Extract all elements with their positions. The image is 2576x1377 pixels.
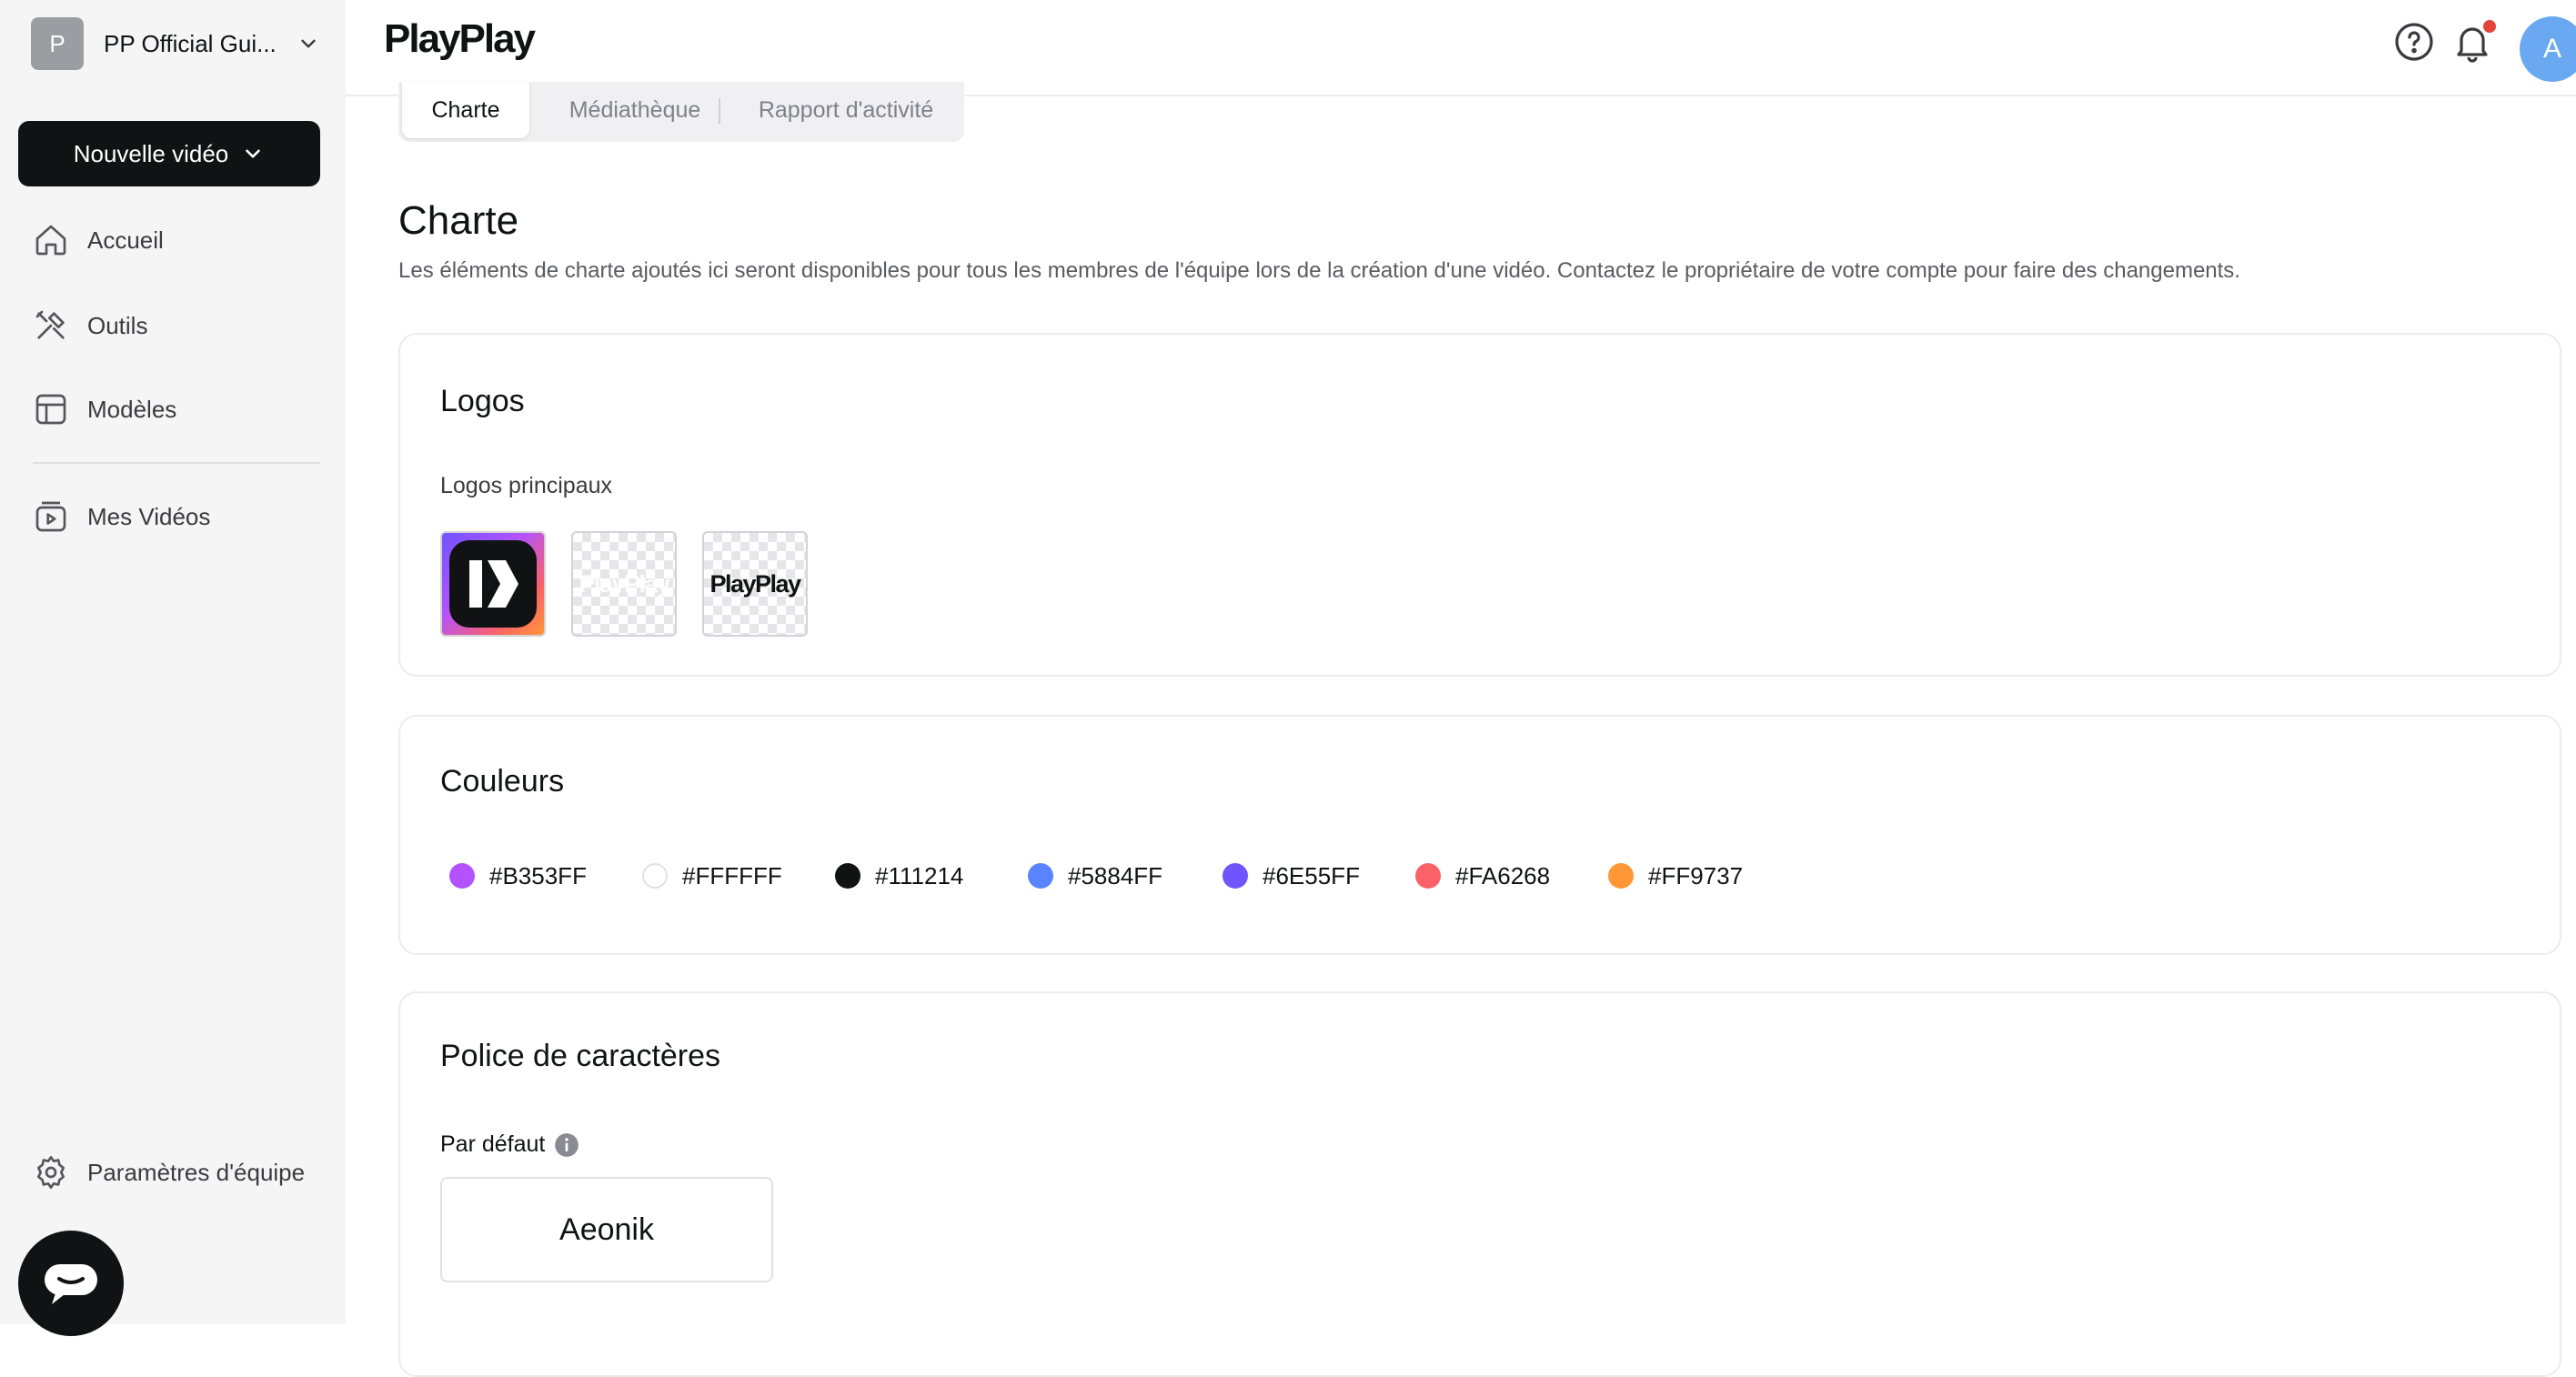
team-avatar: P	[31, 17, 84, 70]
sidebar-item-accueil[interactable]: Accueil	[33, 218, 164, 262]
logo-tile-icon[interactable]	[440, 531, 546, 637]
logos-card: Logos Logos principaux PlayPlay PlayPlay	[398, 333, 2561, 677]
sidebar-item-modeles[interactable]: Modèles	[33, 387, 176, 431]
color-swatch[interactable]: #B353FF	[449, 860, 587, 891]
colors-card: Couleurs #B353FF #FFFFFF #111214 #5884FF…	[398, 715, 2561, 955]
sidebar-item-outils[interactable]: Outils	[33, 304, 147, 347]
sidebar-item-label: Mes Vidéos	[87, 502, 211, 530]
new-video-button[interactable]: Nouvelle vidéo	[18, 121, 320, 186]
logos-subtitle: Logos principaux	[440, 473, 613, 498]
wordmark-black: PlayPlay	[709, 569, 801, 598]
color-hex: #111214	[875, 861, 964, 890]
color-dot	[1223, 863, 1248, 889]
sidebar: P PP Official Gui... Nouvelle vidéo Accu…	[0, 0, 346, 1336]
page-title: Charte	[398, 198, 519, 243]
chat-icon	[45, 1264, 97, 1304]
color-dot	[1028, 863, 1053, 889]
sidebar-item-label: Outils	[87, 311, 148, 339]
team-settings-link[interactable]: Paramètres d'équipe	[33, 1151, 305, 1194]
color-swatch[interactable]: #FA6268	[1415, 860, 1550, 891]
color-hex: #B353FF	[489, 861, 587, 890]
page-description: Les éléments de charte ajoutés ici seron…	[398, 258, 2240, 283]
color-hex: #5884FF	[1068, 861, 1163, 890]
logo-tile-black-wordmark[interactable]: PlayPlay	[702, 531, 808, 637]
tab-mediatheque[interactable]: Médiathèque	[535, 82, 735, 138]
chat-launcher-button[interactable]	[18, 1231, 124, 1336]
brand-tabs: Charte Médiathèque Rapport d'activité	[398, 82, 964, 142]
play-mark-icon	[469, 560, 518, 608]
chevron-down-icon	[246, 149, 261, 158]
user-avatar[interactable]: A	[2520, 16, 2576, 82]
color-swatch[interactable]: #111214	[835, 860, 963, 891]
team-name: PP Official Gui...	[104, 29, 277, 57]
sidebar-divider	[33, 462, 320, 464]
team-switcher[interactable]: P PP Official Gui...	[31, 17, 320, 70]
color-dot	[835, 863, 860, 889]
color-hex: #FFFFFF	[682, 861, 782, 890]
color-dot	[1415, 863, 1441, 889]
logos-title: Logos	[440, 384, 525, 418]
help-icon[interactable]	[2392, 20, 2436, 64]
color-swatch[interactable]: #FFFFFF	[642, 860, 782, 891]
color-hex: #6E55FF	[1263, 861, 1360, 890]
tab-rapport-activite[interactable]: Rapport d'activité	[737, 82, 955, 138]
sidebar-item-label: Accueil	[87, 226, 164, 254]
brand-logo[interactable]: PlayPlay	[384, 16, 536, 62]
default-font-preview[interactable]: Aeonik	[440, 1177, 773, 1282]
tab-charte[interactable]: Charte	[402, 82, 529, 138]
color-swatch[interactable]: #6E55FF	[1223, 860, 1360, 891]
fonts-card: Police de caractères Par défaut Aeonik	[398, 991, 2561, 1377]
home-icon	[35, 225, 66, 256]
videos-icon	[35, 501, 66, 532]
colors-title: Couleurs	[440, 764, 565, 799]
notification-badge	[2483, 20, 2496, 33]
chevron-down-icon	[301, 39, 316, 48]
team-settings-label: Paramètres d'équipe	[87, 1158, 306, 1186]
logo-tile-white-wordmark[interactable]: PlayPlay	[571, 531, 677, 637]
gear-icon	[37, 1156, 65, 1189]
fonts-title: Police de caractères	[440, 1039, 721, 1073]
wordmark-white: PlayPlay	[579, 569, 670, 598]
sidebar-item-label: Modèles	[87, 395, 177, 423]
default-font-label: Par défaut	[440, 1131, 579, 1158]
playplay-logo-icon	[449, 540, 537, 628]
sidebar-item-mes-videos[interactable]: Mes Vidéos	[33, 495, 210, 538]
color-dot	[449, 863, 475, 889]
tools-icon	[35, 310, 65, 339]
color-hex: #FA6268	[1455, 861, 1551, 890]
color-hex: #FF9737	[1648, 861, 1744, 890]
color-swatch[interactable]: #FF9737	[1608, 860, 1743, 891]
color-dot	[1608, 863, 1634, 889]
templates-icon	[35, 394, 66, 425]
tab-separator	[719, 98, 720, 124]
default-font-text: Par défaut	[440, 1131, 546, 1157]
color-dot	[642, 863, 668, 889]
new-video-label: Nouvelle vidéo	[73, 139, 229, 167]
color-swatch[interactable]: #5884FF	[1028, 860, 1162, 891]
info-icon[interactable]	[554, 1132, 579, 1158]
